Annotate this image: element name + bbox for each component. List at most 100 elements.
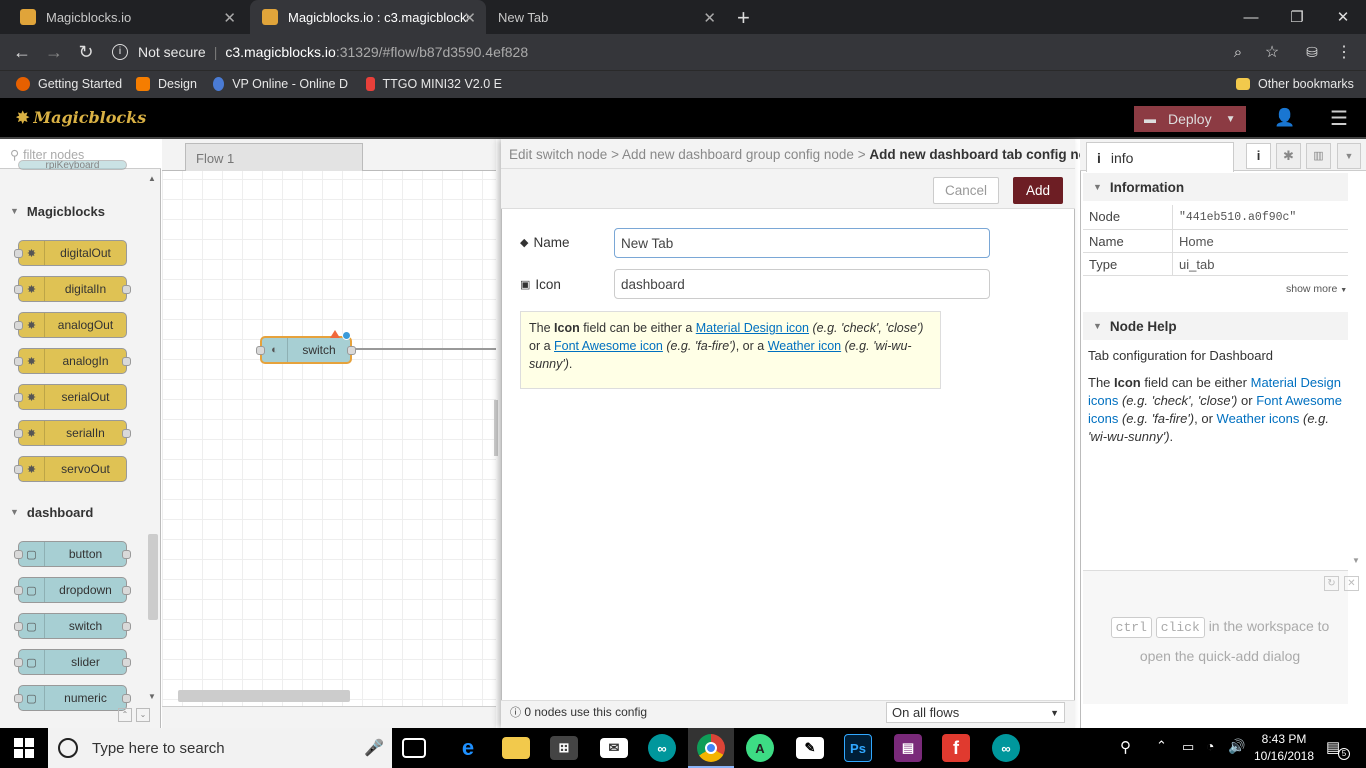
output-port: [122, 550, 131, 559]
microphone-icon[interactable]: 🎤: [364, 738, 384, 758]
palette-node-analogout[interactable]: ✸ analogOut: [14, 312, 127, 338]
palette-node-switch[interactable]: ▢ switch: [14, 613, 131, 639]
deploy-dropdown-icon[interactable]: ▼: [1226, 114, 1236, 125]
palette-node-servoout[interactable]: ✸ servoOut: [14, 456, 127, 482]
refresh-icon[interactable]: ↻: [1324, 576, 1339, 591]
weather-icon-link[interactable]: Weather icon: [768, 339, 841, 353]
close-tab-icon[interactable]: ✕: [463, 9, 476, 27]
extensions-icon[interactable]: ⛁: [1300, 40, 1324, 64]
wifi-icon[interactable]: ◔: [1206, 738, 1214, 754]
edge-icon[interactable]: e: [454, 734, 482, 762]
palette-node-slider[interactable]: ▢ slider: [14, 649, 131, 675]
tray-expand-icon[interactable]: ⌃: [1156, 738, 1167, 754]
material-design-link[interactable]: Material Design icon: [696, 321, 809, 335]
url-field[interactable]: i Not secure | c3.magicblocks.io:31329/#…: [112, 40, 1292, 64]
winrar-icon[interactable]: ▤: [894, 734, 922, 762]
bookmark-vp-online[interactable]: VP Online - Online D: [213, 70, 348, 98]
information-section-header[interactable]: ▼ Information: [1083, 173, 1348, 201]
palette-node-serialout[interactable]: ✸ serialOut: [14, 384, 127, 410]
collapse-all-icon[interactable]: ⌃: [118, 708, 132, 722]
notepad-icon[interactable]: ✎: [796, 737, 824, 759]
people-icon[interactable]: ⚲: [1120, 738, 1131, 756]
forward-arrow-icon[interactable]: →: [42, 40, 66, 64]
font-awesome-link[interactable]: Font Awesome icon: [554, 339, 663, 353]
new-tab-icon[interactable]: +: [737, 5, 750, 31]
bookmark-ttgo[interactable]: TTGO MINI32 V2.0 E: [366, 70, 502, 98]
mail-icon[interactable]: ✉: [600, 738, 628, 758]
info-tab-icon[interactable]: i: [1246, 143, 1271, 169]
windows-start-icon[interactable]: [14, 738, 34, 758]
store-icon[interactable]: ⊞: [550, 736, 578, 760]
node-help-section-header[interactable]: ▼ Node Help: [1083, 312, 1348, 340]
palette-node-digitalin[interactable]: ✸ digitalIn: [14, 276, 131, 302]
add-button[interactable]: Add: [1013, 177, 1063, 204]
weather-icons-link[interactable]: Weather icons: [1217, 411, 1300, 426]
tray-resize-handle[interactable]: [494, 400, 498, 456]
restore-icon[interactable]: ❐: [1274, 0, 1320, 34]
taskbar-search-box[interactable]: Type here to search: [48, 728, 392, 768]
main-menu-icon[interactable]: ☰: [1330, 106, 1348, 131]
cancel-button[interactable]: Cancel: [933, 177, 999, 204]
close-tab-icon[interactable]: ✕: [703, 9, 716, 27]
palette-node-digitalout[interactable]: ✸ digitalOut: [14, 240, 127, 266]
zoom-icon[interactable]: ⌕: [1226, 40, 1250, 64]
close-tab-icon[interactable]: ✕: [223, 9, 236, 27]
other-bookmarks[interactable]: Other bookmarks: [1236, 70, 1354, 98]
workspace-canvas[interactable]: [162, 139, 496, 728]
chrome-icon[interactable]: [697, 734, 725, 762]
canvas-node-switch[interactable]: ◐ switch: [256, 336, 356, 364]
task-view-icon[interactable]: [402, 738, 426, 758]
input-port[interactable]: [256, 346, 265, 355]
close-window-icon[interactable]: ✕: [1320, 0, 1366, 34]
palette-node-analogin[interactable]: ✸ analogIn: [14, 348, 131, 374]
browser-tab-active[interactable]: Magicblocks.io : c3.magicblocks.i ✕: [250, 0, 486, 34]
arduino-icon[interactable]: ∞: [648, 734, 676, 762]
show-more-link[interactable]: show more ▼: [1286, 283, 1347, 295]
minimize-icon[interactable]: —: [1228, 0, 1274, 34]
scroll-up-icon[interactable]: ▲: [148, 174, 156, 183]
palette-node-serialin[interactable]: ✸ serialIn: [14, 420, 131, 446]
palette-scrollbar[interactable]: [148, 534, 158, 620]
debug-bug-icon[interactable]: ✱: [1276, 143, 1301, 169]
output-port[interactable]: [347, 346, 356, 355]
taskbar-clock[interactable]: 8:43 PM 10/16/2018: [1248, 731, 1320, 765]
volume-icon[interactable]: 🔊: [1228, 738, 1245, 755]
name-input[interactable]: [614, 228, 990, 258]
close-icon[interactable]: ✕: [1344, 576, 1359, 591]
deploy-button[interactable]: ▬ Deploy ▼: [1134, 106, 1246, 132]
arduino-2-icon[interactable]: ∞: [992, 734, 1020, 762]
scope-select[interactable]: On all flows ▼: [886, 702, 1065, 723]
scroll-down-icon[interactable]: ▼: [1352, 556, 1360, 565]
bookmark-design[interactable]: Design: [136, 70, 197, 98]
palette-category-magicblocks[interactable]: ▼ Magicblocks: [0, 196, 145, 226]
output-port: [122, 586, 131, 595]
scroll-down-icon[interactable]: ▼: [148, 692, 156, 701]
photoshop-icon[interactable]: Ps: [844, 734, 872, 762]
icon-input[interactable]: [614, 269, 990, 299]
tab-info[interactable]: i info: [1086, 142, 1234, 172]
tab-flow-1[interactable]: Flow 1: [185, 143, 363, 171]
dashboard-chart-icon[interactable]: ▥: [1306, 143, 1331, 169]
reload-icon[interactable]: ↻: [74, 40, 98, 64]
info-icon[interactable]: i: [112, 44, 128, 60]
file-explorer-icon[interactable]: [502, 737, 530, 759]
back-arrow-icon[interactable]: ←: [10, 40, 34, 64]
palette-node-numeric[interactable]: ▢ numeric: [14, 685, 131, 711]
android-studio-icon[interactable]: A: [746, 734, 774, 762]
browser-tab[interactable]: New Tab ✕: [486, 0, 726, 34]
foxit-icon[interactable]: f: [942, 734, 970, 762]
sidebar-menu-icon[interactable]: ▼: [1337, 143, 1361, 169]
palette-node-partial[interactable]: rpiKeyboard: [18, 160, 127, 170]
browser-tab[interactable]: Magicblocks.io ✕: [8, 0, 246, 34]
palette-node-dropdown[interactable]: ▢ dropdown: [14, 577, 131, 603]
user-icon[interactable]: 👤: [1274, 108, 1295, 128]
battery-icon[interactable]: ▭: [1182, 739, 1194, 755]
bookmark-getting-started[interactable]: Getting Started: [16, 70, 122, 98]
horizontal-scrollbar[interactable]: [178, 690, 350, 702]
palette-node-button[interactable]: ▢ button: [14, 541, 131, 567]
expand-all-icon[interactable]: ⌄: [136, 708, 150, 722]
chrome-menu-icon[interactable]: ⋮: [1332, 40, 1356, 64]
palette-category-dashboard[interactable]: ▼ dashboard: [0, 497, 145, 527]
wire[interactable]: [352, 348, 496, 350]
bookmark-star-icon[interactable]: ☆: [1260, 40, 1284, 64]
